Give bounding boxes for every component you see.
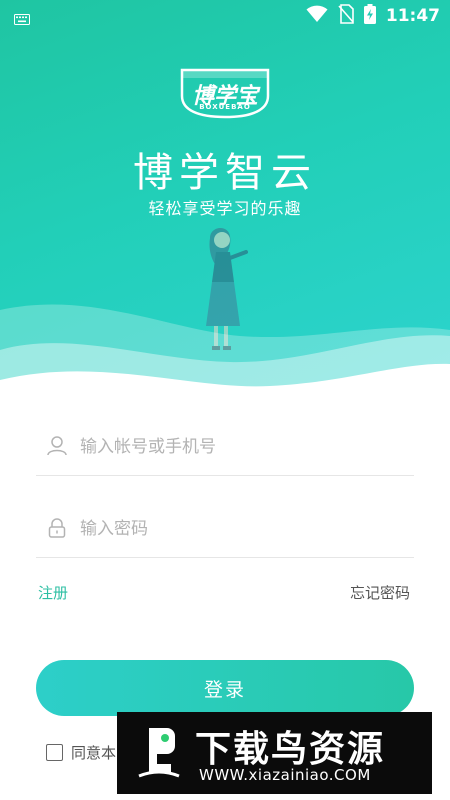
password-input[interactable] <box>80 510 410 548</box>
agreement-row: 同意本 <box>46 742 116 763</box>
status-time: 11:47 <box>385 6 440 26</box>
no-sim-icon <box>338 4 354 28</box>
app-logo: 博学宝 BOXUEBAO <box>176 66 274 120</box>
watermark-title: 下载鸟资源 <box>195 729 386 770</box>
watermark-url: WWW.xiazainiao.COM <box>199 766 371 784</box>
status-bar: 11:47 <box>0 0 450 32</box>
password-field <box>36 500 414 558</box>
wave-decoration <box>0 304 450 400</box>
app-title: 博学智云 <box>133 150 317 196</box>
account-input[interactable] <box>80 428 410 466</box>
watermark-banner: 下载鸟资源 WWW.xiazainiao.COM <box>117 712 432 794</box>
agreement-text: 同意本 <box>71 744 117 762</box>
account-field <box>36 418 414 476</box>
battery-charging-icon <box>363 4 376 28</box>
register-link[interactable]: 注册 <box>38 582 68 603</box>
logo-subtext: BOXUEBAO <box>199 103 251 111</box>
hero-banner: 11:47 博学宝 BOXUEBAO 博学智云 轻松享受学习的乐趣 <box>0 0 450 400</box>
wifi-icon <box>306 5 328 27</box>
app-slogan: 轻松享受学习的乐趣 <box>148 199 302 218</box>
login-button[interactable]: 登录 <box>36 660 414 716</box>
agreement-checkbox[interactable] <box>46 744 63 761</box>
bird-logo-icon <box>135 724 183 782</box>
user-icon <box>46 435 68 457</box>
lock-icon <box>46 517 68 539</box>
forgot-password-link[interactable]: 忘记密码 <box>350 582 410 603</box>
keyboard-icon <box>14 10 30 29</box>
